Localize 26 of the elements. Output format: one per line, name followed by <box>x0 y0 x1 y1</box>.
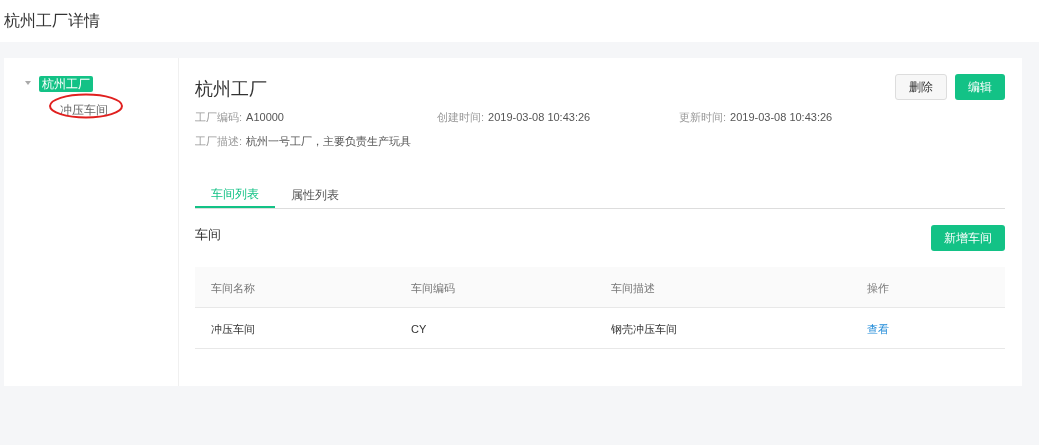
caret-icon[interactable] <box>25 80 31 86</box>
table-cell: 钢壳冲压车间 <box>611 323 677 335</box>
field-label: 工厂描述: <box>195 133 243 149</box>
tab[interactable]: 车间列表 <box>195 182 275 208</box>
field-label: 更新时间: <box>679 110 727 125</box>
field-label: 工厂编码: <box>195 110 243 125</box>
table-cell: CY <box>411 323 427 335</box>
field-value: 2019-03-08 10:43:26 <box>488 110 591 125</box>
field-value: A10000 <box>246 110 284 125</box>
field-value: 杭州一号工厂，主要负责生产玩具 <box>246 133 412 149</box>
column-header: 车间描述 <box>611 282 655 294</box>
field-label: 创建时间: <box>437 110 485 125</box>
column-header: 车间编码 <box>411 282 455 294</box>
page-title: 杭州工厂详情 <box>4 11 100 31</box>
add-workshop-button[interactable]: 新增车间 <box>931 225 1005 251</box>
tree-node[interactable]: 杭州工厂 <box>39 76 93 92</box>
section-title: 车间 <box>195 226 221 244</box>
tab[interactable]: 属性列表 <box>275 182 355 208</box>
column-header: 车间名称 <box>211 282 255 294</box>
view-link[interactable]: 查看 <box>867 323 889 335</box>
column-header: 操作 <box>867 282 889 294</box>
table-cell: 冲压车间 <box>211 323 255 335</box>
factory-title: 杭州工厂 <box>195 78 267 101</box>
delete-button[interactable]: 删除 <box>895 74 947 100</box>
field-value: 2019-03-08 10:43:26 <box>730 110 833 125</box>
edit-button[interactable]: 编辑 <box>955 74 1005 100</box>
